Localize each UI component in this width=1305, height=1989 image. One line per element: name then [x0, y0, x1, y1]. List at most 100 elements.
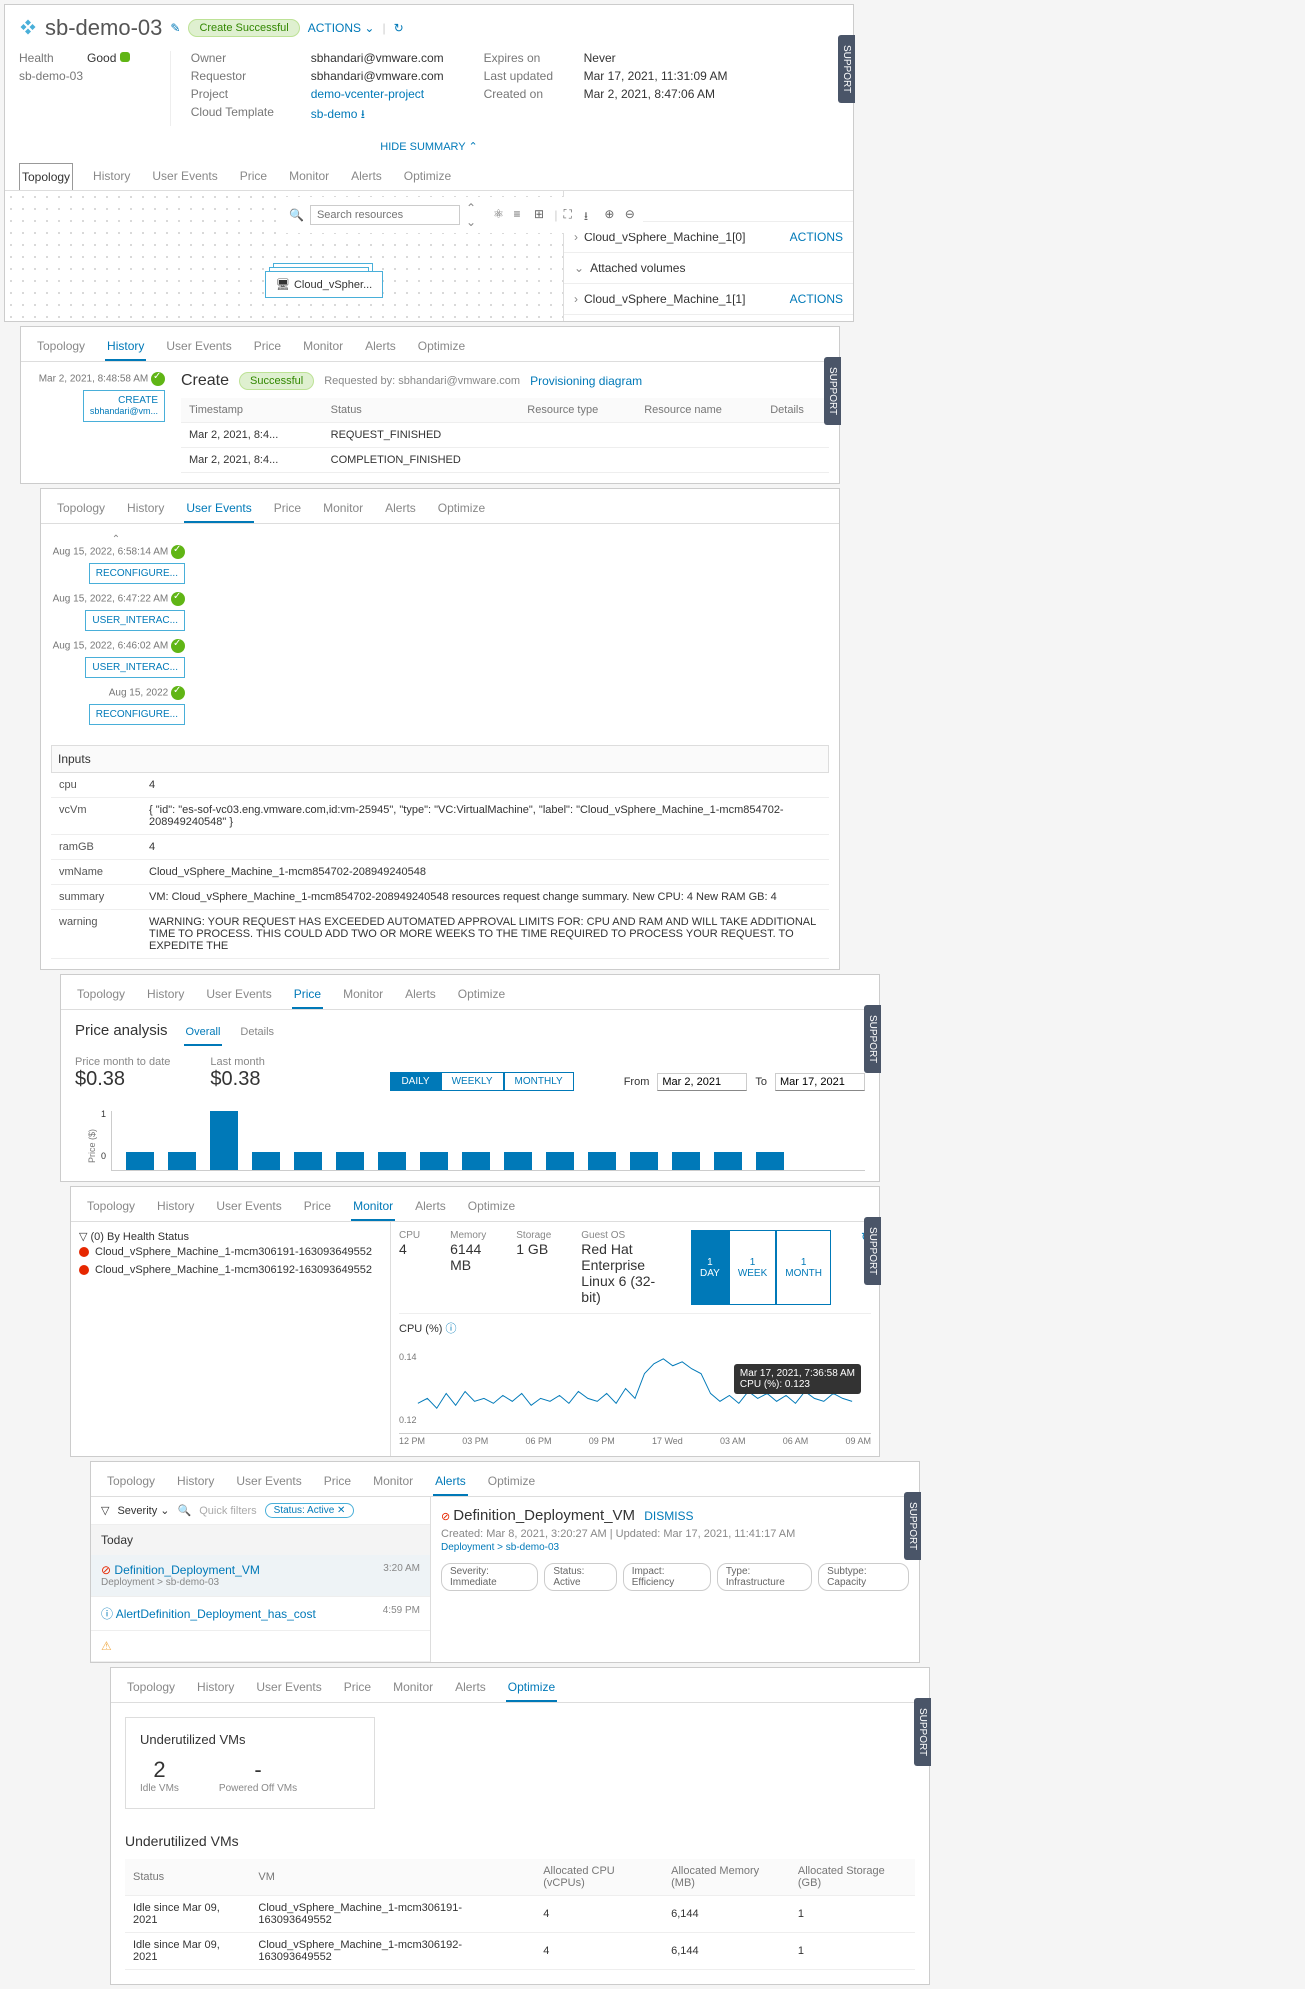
tab-monitor[interactable]: Monitor	[341, 981, 385, 1009]
tab-topology[interactable]: Topology	[19, 163, 73, 190]
to-date-input[interactable]	[775, 1073, 865, 1091]
tab-optimize[interactable]: Optimize	[486, 1468, 537, 1496]
topology-canvas[interactable]: 🔍 ⌃ ⌄ ⚛ ≡ ⊞ | ⛶ ⭳ ⊕ ⊖ 🖥Cloud_vSpher...	[5, 191, 563, 321]
table-row[interactable]: Idle since Mar 09, 2021Cloud_vSphere_Mac…	[125, 1896, 915, 1933]
tab-user-events[interactable]: User Events	[214, 1193, 283, 1221]
table-row[interactable]: Idle since Mar 09, 2021Cloud_vSphere_Mac…	[125, 1933, 915, 1970]
graph-icon[interactable]: ⚛	[493, 207, 507, 223]
edit-icon[interactable]: ✎	[170, 21, 180, 35]
info-icon[interactable]: ⓘ	[445, 1323, 456, 1335]
tab-user-events[interactable]: User Events	[184, 495, 253, 523]
tree-attached-1[interactable]: ⌄Attached volumes	[564, 315, 853, 321]
tab-history[interactable]: History	[155, 1193, 196, 1221]
tab-history[interactable]: History	[91, 163, 132, 190]
tab-topology[interactable]: Topology	[55, 495, 107, 523]
refresh-icon[interactable]: ↻	[394, 21, 404, 35]
chevron-toggle-icon[interactable]: ⌃ ⌄	[466, 201, 487, 229]
alert-list-item[interactable]: ⚠	[91, 1631, 430, 1662]
alert-list-item[interactable]: ⓘ AlertDefinition_Deployment_has_cost 4:…	[91, 1597, 430, 1631]
tab-monitor[interactable]: Monitor	[321, 495, 365, 523]
range-1day[interactable]: 1 DAY	[691, 1230, 729, 1305]
tab-topology[interactable]: Topology	[125, 1674, 177, 1702]
tab-topology[interactable]: Topology	[35, 333, 87, 361]
tab-optimize[interactable]: Optimize	[466, 1193, 517, 1221]
tab-price[interactable]: Price	[322, 1468, 353, 1496]
subtab-overall[interactable]: Overall	[184, 1020, 223, 1046]
tab-history[interactable]: History	[195, 1674, 236, 1702]
actions-dropdown[interactable]: ACTIONS ⌄	[308, 21, 375, 35]
tab-price[interactable]: Price	[292, 981, 323, 1009]
tab-optimize[interactable]: Optimize	[416, 333, 467, 361]
alert-list-item[interactable]: ⊘ Definition_Deployment_VM 3:20 AM Deplo…	[91, 1555, 430, 1597]
tab-price[interactable]: Price	[342, 1674, 373, 1702]
tab-monitor[interactable]: Monitor	[301, 333, 345, 361]
event-user-interact[interactable]: USER_INTERAC...	[85, 657, 185, 678]
support-tab[interactable]: SUPPORT	[914, 1698, 931, 1766]
tab-monitor[interactable]: Monitor	[391, 1674, 435, 1702]
tab-price[interactable]: Price	[238, 163, 269, 190]
tab-alerts[interactable]: Alerts	[383, 495, 418, 523]
vm-list-item[interactable]: Cloud_vSphere_Machine_1-mcm306192-163093…	[79, 1261, 382, 1279]
tab-optimize[interactable]: Optimize	[456, 981, 507, 1009]
vm-list-item[interactable]: Cloud_vSphere_Machine_1-mcm306191-163093…	[79, 1243, 382, 1261]
event-reconfigure[interactable]: RECONFIGURE...	[89, 704, 185, 725]
event-reconfigure[interactable]: RECONFIGURE...	[89, 563, 185, 584]
subtab-details[interactable]: Details	[238, 1020, 276, 1044]
tab-history[interactable]: History	[125, 495, 166, 523]
table-row[interactable]: Mar 2, 2021, 8:4...REQUEST_FINISHED	[181, 423, 829, 448]
filter-icon[interactable]: ▽	[101, 1504, 109, 1517]
tab-alerts[interactable]: Alerts	[349, 163, 384, 190]
search-input[interactable]	[310, 205, 460, 225]
fit-icon[interactable]: ⛶	[563, 207, 577, 223]
zoom-in-icon[interactable]: ⊕	[604, 207, 618, 223]
table-row[interactable]: Mar 2, 2021, 8:4...COMPLETION_FINISHED	[181, 448, 829, 473]
dismiss-button[interactable]: DISMISS	[644, 1509, 693, 1523]
from-date-input[interactable]	[657, 1073, 747, 1091]
provisioning-link[interactable]: Provisioning diagram	[530, 374, 642, 388]
tab-alerts[interactable]: Alerts	[363, 333, 398, 361]
tab-optimize[interactable]: Optimize	[402, 163, 453, 190]
tab-topology[interactable]: Topology	[105, 1468, 157, 1496]
active-chip[interactable]: Status: Active ✕	[265, 1503, 355, 1518]
tab-user-events[interactable]: User Events	[164, 333, 233, 361]
tab-user-events[interactable]: User Events	[150, 163, 219, 190]
range-1month[interactable]: 1 MONTH	[776, 1230, 831, 1305]
project-link[interactable]: demo-vcenter-project	[311, 87, 424, 101]
tab-alerts[interactable]: Alerts	[403, 981, 438, 1009]
support-tab[interactable]: SUPPORT	[864, 1005, 881, 1073]
support-tab[interactable]: SUPPORT	[838, 35, 855, 103]
tab-user-events[interactable]: User Events	[254, 1674, 323, 1702]
tab-monitor[interactable]: Monitor	[371, 1468, 415, 1496]
range-weekly[interactable]: WEEKLY	[441, 1072, 504, 1091]
tab-optimize[interactable]: Optimize	[436, 495, 487, 523]
tab-price[interactable]: Price	[272, 495, 303, 523]
tab-monitor[interactable]: Monitor	[351, 1193, 395, 1221]
tree-item-1[interactable]: ›Cloud_vSphere_Machine_1[1]ACTIONS	[564, 284, 853, 315]
download-icon[interactable]: ⭳	[584, 207, 598, 223]
severity-filter[interactable]: Severity ⌄	[117, 1504, 169, 1517]
tree-attached-0[interactable]: ⌄Attached volumes	[564, 253, 853, 284]
tab-alerts[interactable]: Alerts	[433, 1468, 468, 1496]
tab-alerts[interactable]: Alerts	[413, 1193, 448, 1221]
support-tab[interactable]: SUPPORT	[824, 357, 841, 425]
support-tab[interactable]: SUPPORT	[864, 1217, 881, 1285]
event-user-interact[interactable]: USER_INTERAC...	[85, 610, 185, 631]
tab-topology[interactable]: Topology	[85, 1193, 137, 1221]
tab-history[interactable]: History	[105, 333, 146, 361]
tab-optimize[interactable]: Optimize	[506, 1674, 557, 1702]
tab-topology[interactable]: Topology	[75, 981, 127, 1009]
tab-price[interactable]: Price	[302, 1193, 333, 1221]
zoom-out-icon[interactable]: ⊖	[625, 207, 639, 223]
tab-history[interactable]: History	[145, 981, 186, 1009]
collapse-icon[interactable]: ⌃	[47, 534, 185, 545]
tab-monitor[interactable]: Monitor	[287, 163, 331, 190]
tab-user-events[interactable]: User Events	[234, 1468, 303, 1496]
range-daily[interactable]: DAILY	[390, 1072, 440, 1091]
tab-history[interactable]: History	[175, 1468, 216, 1496]
template-link[interactable]: sb-demo ⭳	[311, 105, 365, 126]
vm-node[interactable]: 🖥Cloud_vSpher...	[265, 271, 383, 298]
hide-summary-toggle[interactable]: HIDE SUMMARY ⌃	[5, 136, 853, 157]
grid-icon[interactable]: ⊞	[534, 207, 548, 223]
quick-filters[interactable]: Quick filters	[199, 1505, 256, 1517]
event-create[interactable]: CREATEsbhandari@vm...	[83, 390, 165, 422]
